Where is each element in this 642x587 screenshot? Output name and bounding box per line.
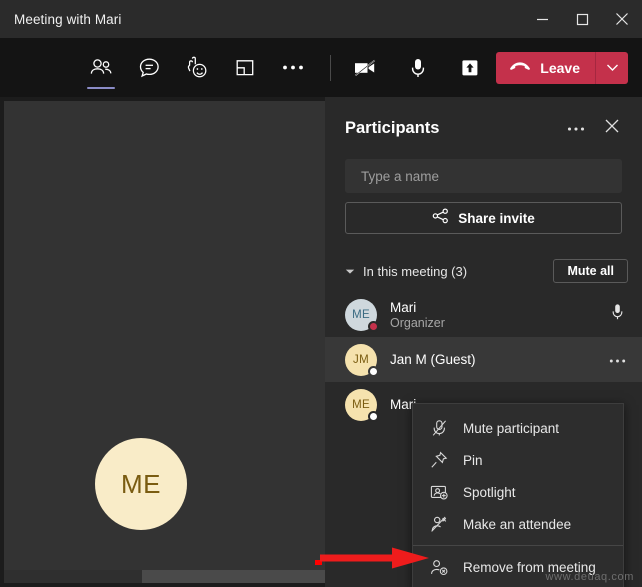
participant-row-jan-m[interactable]: JM Jan M (Guest) <box>325 337 642 382</box>
avatar-initials: JM <box>353 353 369 366</box>
stage-avatar-initials: ME <box>121 468 161 499</box>
hangup-icon <box>509 59 531 77</box>
microphone-icon <box>611 303 624 326</box>
microphone-icon <box>409 57 427 79</box>
meeting-toolbar: Leave <box>0 38 642 97</box>
toolbar-camera-button[interactable] <box>353 51 379 85</box>
toolbar-more-options-button[interactable] <box>280 51 306 85</box>
active-tab-indicator <box>87 86 115 89</box>
participants-panel-header: Participants <box>325 97 642 159</box>
share-invite-label: Share invite <box>458 210 535 226</box>
watermark: www.deuaq.com <box>545 571 634 583</box>
avatar-initials: ME <box>352 398 370 411</box>
stage-scrollbar-thumb[interactable] <box>142 570 325 583</box>
menu-item-pin[interactable]: Pin <box>413 444 623 476</box>
video-stage: ME <box>0 97 325 587</box>
video-tile[interactable]: ME <box>4 101 325 571</box>
leave-button[interactable]: Leave <box>496 52 595 84</box>
panel-header-actions <box>565 117 623 139</box>
share-tray-icon <box>234 58 256 78</box>
toolbar-divider <box>330 54 331 81</box>
presence-badge-busy <box>368 320 379 332</box>
camera-off-icon <box>353 58 379 78</box>
participant-more-options-button[interactable] <box>606 349 628 371</box>
spotlight-icon <box>429 482 449 502</box>
participant-mic-button[interactable] <box>606 304 628 326</box>
toolbar-share-screen-button[interactable] <box>457 51 483 85</box>
share-invite-button[interactable]: Share invite <box>345 202 622 234</box>
make-attendee-icon <box>429 514 449 534</box>
toolbar-right-group <box>353 51 483 85</box>
title-bar: Meeting with Mari <box>0 0 642 38</box>
participant-names: Jan M (Guest) <box>390 352 476 367</box>
menu-label: Pin <box>463 452 483 468</box>
minimize-button[interactable] <box>522 0 562 38</box>
maximize-icon <box>576 13 589 26</box>
leave-button-group: Leave <box>496 51 628 84</box>
participant-names: Mari Organizer <box>390 300 445 330</box>
share-icon <box>432 208 449 229</box>
avatar-initials: ME <box>352 308 370 321</box>
toolbar-share-tray-button[interactable] <box>232 51 258 85</box>
menu-label: Mute participant <box>463 420 560 436</box>
stage-avatar: ME <box>95 438 187 530</box>
chat-icon <box>138 57 161 79</box>
maximize-button[interactable] <box>562 0 602 38</box>
participant-name: Jan M (Guest) <box>390 352 476 367</box>
toolbar-people-button[interactable] <box>87 51 115 89</box>
participant-name: Mari <box>390 299 417 315</box>
mute-all-button[interactable]: Mute all <box>553 258 628 284</box>
menu-item-mute-participant[interactable]: Mute participant <box>413 412 623 444</box>
minimize-icon <box>536 13 549 26</box>
people-icon <box>89 58 114 78</box>
chevron-down-icon <box>606 59 619 77</box>
close-icon <box>604 118 620 139</box>
toolbar-microphone-button[interactable] <box>405 51 431 85</box>
meeting-section-header[interactable]: In this meeting (3) Mute all <box>325 256 642 286</box>
section-label: In this meeting (3) <box>363 263 468 279</box>
menu-item-make-attendee[interactable]: Make an attendee <box>413 508 623 540</box>
remove-person-icon <box>429 557 449 577</box>
close-icon <box>615 12 629 26</box>
participant-context-menu: Mute participant Pin Spotlight Make an a… <box>412 403 624 587</box>
panel-close-button[interactable] <box>601 117 623 139</box>
participant-search-field[interactable] <box>345 159 622 193</box>
window-title: Meeting with Mari <box>14 11 122 27</box>
teams-meeting-window: Meeting with Mari Leave ME Participants … <box>0 0 642 587</box>
toolbar-reactions-button[interactable] <box>184 51 210 85</box>
avatar: ME <box>345 298 379 332</box>
toolbar-chat-button[interactable] <box>136 51 162 85</box>
panel-more-options-button[interactable] <box>565 117 587 139</box>
menu-item-spotlight[interactable]: Spotlight <box>413 476 623 508</box>
menu-label: Make an attendee <box>463 516 572 532</box>
leave-label: Leave <box>540 59 580 76</box>
avatar: JM <box>345 343 379 377</box>
annotation-arrow <box>320 545 430 571</box>
participant-row-mari[interactable]: ME Mari Organizer <box>325 292 642 337</box>
reactions-icon <box>185 56 209 79</box>
menu-label: Spotlight <box>463 484 516 500</box>
window-controls <box>522 0 642 38</box>
more-options-icon <box>567 119 585 137</box>
leave-dropdown-button[interactable] <box>596 52 628 84</box>
toolbar-left-group <box>87 51 306 89</box>
share-screen-icon <box>459 58 481 78</box>
pin-icon <box>429 450 449 470</box>
menu-separator <box>413 545 623 546</box>
avatar: ME <box>345 388 379 422</box>
more-options-icon <box>282 64 304 71</box>
presence-badge-offline <box>368 410 379 422</box>
participant-role: Organizer <box>390 315 445 330</box>
chevron-down-icon <box>345 268 357 275</box>
search-input[interactable] <box>359 167 608 185</box>
panel-title: Participants <box>345 118 440 137</box>
presence-badge-offline <box>368 365 379 377</box>
close-button[interactable] <box>602 0 642 38</box>
mic-off-icon <box>429 418 449 438</box>
more-options-icon <box>609 351 626 369</box>
